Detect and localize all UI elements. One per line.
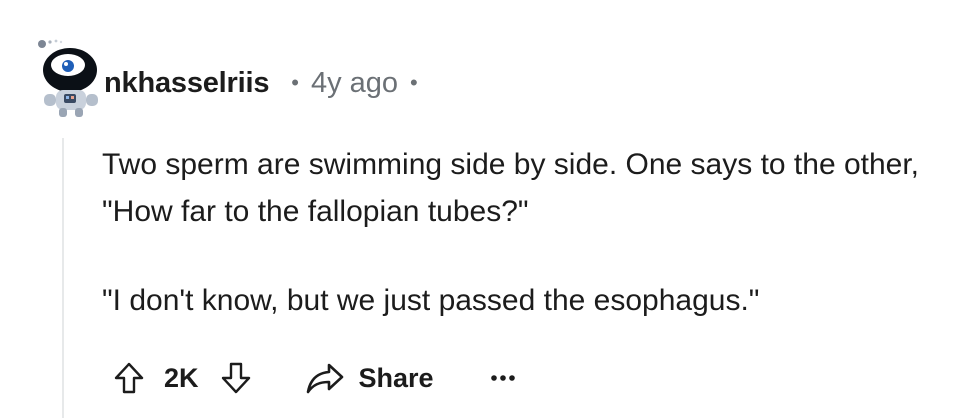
vote-score: 2K (164, 362, 199, 393)
comment-body: Two sperm are swimming side by side. One… (102, 141, 952, 324)
arrow-up-outline-icon (114, 362, 144, 394)
downvote-button[interactable] (217, 358, 255, 398)
share-arrow-icon (305, 358, 349, 398)
ellipsis-horizontal-icon (490, 375, 515, 381)
username-link[interactable]: nkhasselriis (104, 67, 269, 100)
arrow-down-outline-icon (221, 362, 250, 394)
comment-paragraph: Two sperm are swimming side by side. One… (102, 148, 920, 228)
avatar[interactable] (30, 36, 110, 118)
comment-header: nkhasselriis • 4y ago • (104, 60, 418, 106)
comment-action-bar: 2K Share (110, 356, 516, 400)
share-label: Share (358, 362, 434, 393)
robot-avatar-icon (38, 39, 98, 117)
meta-separator-trailing: • (410, 70, 418, 95)
comment-paragraph: "I don't know, but we just passed the es… (102, 284, 760, 317)
timestamp[interactable]: 4y ago (311, 67, 398, 100)
meta-separator: • (291, 70, 299, 95)
thread-line (62, 138, 64, 418)
share-button[interactable]: Share (305, 358, 434, 398)
more-options-button[interactable] (490, 358, 516, 398)
upvote-button[interactable] (110, 358, 148, 398)
